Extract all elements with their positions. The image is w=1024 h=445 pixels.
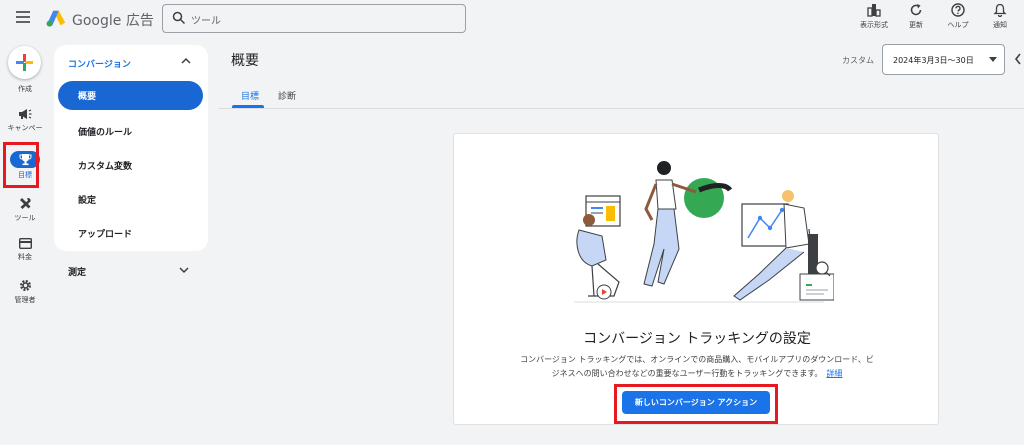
- chevron-down-icon[interactable]: [179, 266, 189, 274]
- nav-section-measurement[interactable]: 測定: [68, 265, 86, 278]
- conversion-illustration: [574, 161, 834, 303]
- card-desc-line-2: ジネスへの問い合わせなどの重要なユーザー行動をトラッキングできます。 詳細: [454, 367, 940, 381]
- rail-label-campaigns: キャンペー: [7, 124, 43, 132]
- view-format-button[interactable]: 表示形式: [856, 2, 892, 36]
- megaphone-icon: [19, 109, 32, 119]
- create-button[interactable]: [8, 46, 41, 79]
- rail-label-billing: 料金: [18, 253, 32, 261]
- help-button[interactable]: ヘルプ: [940, 2, 976, 36]
- gear-icon: [19, 279, 31, 292]
- tools-icon: [19, 198, 31, 209]
- card-desc-line-1: コンバージョン トラッキングでは、オンラインでの商品購入、モバイルアプリのダウン…: [520, 355, 874, 364]
- bell-icon: [993, 3, 1007, 17]
- search-placeholder: ツール: [191, 16, 221, 27]
- header-tools: 表示形式 更新 ヘルプ 通知: [856, 2, 1024, 36]
- search-icon: [172, 11, 186, 25]
- date-range-picker[interactable]: 2024年3月3日〜30日: [882, 44, 1005, 75]
- google-ads-logo: [46, 10, 66, 27]
- rail-item-campaigns[interactable]: キャンペー: [0, 108, 50, 133]
- tab-divider: [219, 108, 1024, 109]
- card-description: コンバージョン トラッキングでは、オンラインでの商品購入、モバイルアプリのダウン…: [454, 353, 940, 381]
- page-title: 概要: [231, 53, 259, 69]
- date-range-label: カスタム: [842, 56, 874, 65]
- nav-panel: コンバージョン 概要 価値のルール カスタム変数 設定 アップロード: [54, 45, 208, 251]
- tab-goals[interactable]: 目標: [241, 89, 259, 102]
- credit-card-icon: [18, 238, 32, 249]
- highlight-box: [614, 384, 778, 424]
- chevron-up-icon[interactable]: [181, 57, 191, 65]
- card-title: コンバージョン トラッキングの設定: [583, 331, 811, 347]
- create-label: 作成: [18, 85, 32, 93]
- help-icon: [951, 3, 965, 17]
- nav-item-uploads[interactable]: アップロード: [78, 227, 132, 240]
- top-bar: Google 広告 ツール 表示形式 更新 ヘルプ 通知: [0, 0, 1024, 38]
- learn-more-link[interactable]: 詳細: [826, 369, 842, 378]
- view-format-icon: [867, 4, 881, 17]
- card-desc-text: ジネスへの問い合わせなどの重要なユーザー行動をトラッキングできます。: [551, 369, 823, 378]
- rail-item-admin[interactable]: 管理者: [0, 279, 50, 305]
- nav-item-value-rules[interactable]: 価値のルール: [78, 125, 132, 138]
- nav-item-settings[interactable]: 設定: [78, 193, 96, 206]
- search-input[interactable]: ツール: [162, 4, 466, 33]
- nav-item-label: 概要: [78, 92, 97, 102]
- rail-label-tools: ツール: [14, 214, 36, 222]
- chevron-left-icon[interactable]: [1014, 53, 1022, 65]
- app-title: Google 広告: [72, 13, 154, 29]
- nav-section-conversions[interactable]: コンバージョン: [68, 57, 131, 70]
- date-range-value: 2024年3月3日〜30日: [893, 56, 974, 65]
- refresh-button[interactable]: 更新: [898, 2, 934, 36]
- highlight-box: [3, 142, 39, 188]
- notifications-button[interactable]: 通知: [982, 2, 1018, 36]
- refresh-icon: [910, 4, 922, 16]
- rail-item-tools[interactable]: ツール: [0, 197, 50, 223]
- nav-item-custom-variables[interactable]: カスタム変数: [78, 159, 132, 172]
- menu-icon[interactable]: [16, 11, 30, 23]
- dropdown-arrow-icon: [989, 57, 997, 62]
- setup-card: コンバージョン トラッキングの設定 コンバージョン トラッキングでは、オンライン…: [453, 133, 939, 425]
- plus-icon: [16, 54, 33, 71]
- rail-item-billing[interactable]: 料金: [0, 238, 50, 262]
- tab-diagnostics[interactable]: 診断: [278, 89, 296, 102]
- nav-item-overview[interactable]: 概要: [58, 81, 203, 110]
- rail-label-admin: 管理者: [14, 296, 36, 304]
